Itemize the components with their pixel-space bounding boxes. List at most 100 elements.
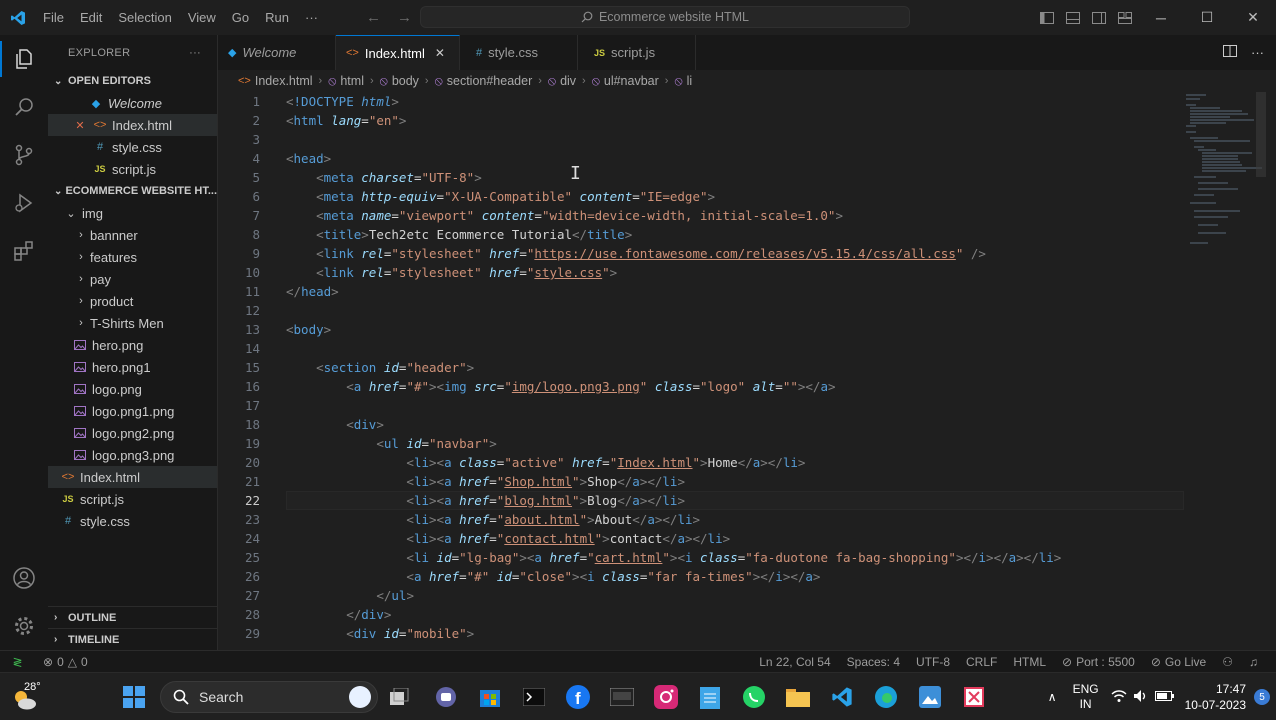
menu-file[interactable]: File — [35, 0, 72, 35]
code-line[interactable]: <section id="header"> — [286, 358, 474, 377]
breadcrumb-section-header[interactable]: ⦸ section#header — [435, 74, 533, 89]
menu-selection[interactable]: Selection — [110, 0, 179, 35]
breadcrumb-html[interactable]: ⦸ html — [328, 74, 364, 89]
problems-indicator[interactable]: ⊗ 0 △ 0 — [35, 655, 96, 669]
input-language[interactable]: ENG IN — [1073, 682, 1099, 712]
toggle-panel-icon[interactable] — [1060, 0, 1086, 35]
code-line[interactable]: <!DOCTYPE html> — [286, 92, 399, 111]
encoding[interactable]: UTF-8 — [908, 655, 958, 669]
code-line[interactable]: <body> — [286, 320, 331, 339]
open-editor-style-css[interactable]: # style.css — [48, 136, 217, 158]
tree-file-style-css[interactable]: # style.css — [48, 510, 217, 532]
maximize-icon[interactable]: ☐ — [1184, 0, 1230, 35]
close-window-icon[interactable]: ✕ — [1230, 0, 1276, 35]
tree-folder-pay[interactable]: › pay — [48, 268, 217, 290]
taskbar-search-box[interactable]: Search — [160, 681, 378, 713]
tree-file-logo-png[interactable]: logo.png — [48, 378, 217, 400]
timeline-section[interactable]: › TIMELINE — [48, 628, 217, 650]
vscode-taskbar-icon[interactable] — [826, 681, 858, 713]
code-line[interactable]: <title>Tech2etc Ecommerce Tutorial</titl… — [286, 225, 632, 244]
weather-widget[interactable]: 28° — [8, 679, 48, 715]
task-view-icon[interactable] — [384, 681, 416, 713]
open-editor-index-html[interactable]: ✕ <> Index.html — [48, 114, 217, 136]
code-line[interactable]: <meta name="viewport" content="width=dev… — [286, 206, 843, 225]
tree-file-index-html[interactable]: <> Index.html — [48, 466, 217, 488]
explorer-icon[interactable] — [0, 35, 48, 83]
minimize-icon[interactable]: ─ — [1138, 0, 1184, 35]
search-icon[interactable] — [0, 83, 48, 131]
manage-gear-icon[interactable] — [0, 602, 48, 650]
project-section[interactable]: ⌄ ECOMMERCE WEBSITE HT... — [48, 180, 217, 202]
tree-file-logo-png3[interactable]: logo.png3.png — [48, 444, 217, 466]
end-of-line[interactable]: CRLF — [958, 655, 1005, 669]
command-center[interactable]: Ecommerce website HTML — [420, 6, 910, 28]
back-arrow-icon[interactable]: ← — [366, 9, 381, 26]
run-debug-icon[interactable] — [0, 179, 48, 227]
code-line[interactable]: <ul id="navbar"> — [286, 434, 496, 453]
split-editor-icon[interactable] — [1223, 45, 1237, 60]
code-line[interactable]: <link rel="stylesheet" href="https://use… — [286, 244, 986, 263]
breadcrumb-li[interactable]: ⦸ li — [674, 74, 692, 89]
minimap[interactable] — [1186, 92, 1266, 650]
forward-arrow-icon[interactable]: → — [397, 9, 412, 26]
breadcrumb-div[interactable]: ⦸ div — [548, 74, 576, 89]
tree-file-hero-png[interactable]: hero.png — [48, 334, 217, 356]
terminal-icon[interactable] — [518, 681, 550, 713]
code-line[interactable]: <li><a href="blog.html">Blog</a></li> — [286, 491, 685, 510]
code-line[interactable]: <meta charset="UTF-8"> — [286, 168, 482, 187]
open-editor-welcome[interactable]: ◆ Welcome — [48, 92, 217, 114]
code-line[interactable]: </div> — [286, 605, 391, 624]
code-line[interactable]: <li><a href="about.html">About</a></li> — [286, 510, 700, 529]
tab-script-js[interactable]: JS script.js — [578, 35, 696, 70]
close-icon[interactable]: ✕ — [72, 119, 88, 132]
code-line[interactable]: <div> — [286, 415, 384, 434]
code-line[interactable]: </ul> — [286, 586, 414, 605]
notepad-icon[interactable] — [694, 681, 726, 713]
code-line[interactable]: <html lang="en"> — [286, 111, 406, 130]
customize-layout-icon[interactable] — [1112, 0, 1138, 35]
breadcrumb-ul-navbar[interactable]: ⦸ ul#navbar — [592, 74, 659, 89]
more-actions-icon[interactable]: ··· — [1251, 45, 1264, 60]
live-server-port[interactable]: ⊘ Port : 5500 — [1054, 655, 1143, 669]
source-control-icon[interactable] — [0, 131, 48, 179]
tab-style-css[interactable]: # style.css — [460, 35, 578, 70]
clock[interactable]: 17:47 10-07-2023 — [1185, 681, 1246, 713]
tab-index-html[interactable]: <> Index.html ✕ — [336, 35, 460, 70]
tree-folder-tshirts-men[interactable]: › T-Shirts Men — [48, 312, 217, 334]
notification-badge[interactable]: 5 — [1254, 689, 1270, 705]
photos-icon[interactable] — [914, 681, 946, 713]
cursor-position[interactable]: Ln 22, Col 54 — [751, 655, 838, 669]
notifications-bell-icon[interactable]: ♫ — [1241, 655, 1266, 669]
code-line[interactable]: <div id="mobile"> — [286, 624, 474, 643]
media-player-icon[interactable] — [606, 681, 638, 713]
teams-chat-icon[interactable] — [430, 681, 462, 713]
tree-folder-img[interactable]: ⌄ img — [48, 202, 217, 224]
open-editors-section[interactable]: ⌄ OPEN EDITORS — [48, 70, 217, 92]
extensions-icon[interactable] — [0, 227, 48, 275]
close-icon[interactable]: ✕ — [435, 46, 445, 60]
menu-edit[interactable]: Edit — [72, 0, 110, 35]
code-editor[interactable]: 1 2 3 4 5 6 7 8 9 10 11 12 13 14 15 16 17 18 19 20 21 22 23 24 2… — [218, 92, 1276, 650]
code-line[interactable]: <li><a class="active" href="Index.html">… — [286, 453, 805, 472]
accounts-icon[interactable] — [0, 554, 48, 602]
menu-more[interactable]: ··· — [297, 0, 326, 35]
more-actions-icon[interactable]: ··· — [189, 47, 201, 59]
breadcrumb-body[interactable]: ⦸ body — [380, 74, 419, 89]
code-line[interactable]: </head> — [286, 282, 339, 301]
volume-icon[interactable] — [1133, 689, 1149, 706]
outline-section[interactable]: › OUTLINE — [48, 606, 217, 628]
tree-folder-product[interactable]: › product — [48, 290, 217, 312]
tree-file-hero-png1[interactable]: hero.png1 — [48, 356, 217, 378]
editor-scrollbar[interactable] — [1256, 92, 1266, 177]
go-live-button[interactable]: ⊘ Go Live — [1143, 655, 1214, 669]
code-line[interactable]: <li><a href="contact.html">contact</a></… — [286, 529, 730, 548]
account-icon[interactable]: ⚇ — [1214, 655, 1241, 669]
code-line[interactable]: <li id="lg-bag"><a href="cart.html"><i c… — [286, 548, 1061, 567]
instagram-icon[interactable] — [650, 681, 682, 713]
tree-folder-bannner[interactable]: › bannner — [48, 224, 217, 246]
code-line[interactable]: <a href="#"><img src="img/logo.png3.png"… — [286, 377, 835, 396]
snipping-tool-icon[interactable] — [958, 681, 990, 713]
battery-icon[interactable] — [1154, 690, 1175, 705]
whatsapp-icon[interactable] — [738, 681, 770, 713]
open-editor-script-js[interactable]: JS script.js — [48, 158, 217, 180]
